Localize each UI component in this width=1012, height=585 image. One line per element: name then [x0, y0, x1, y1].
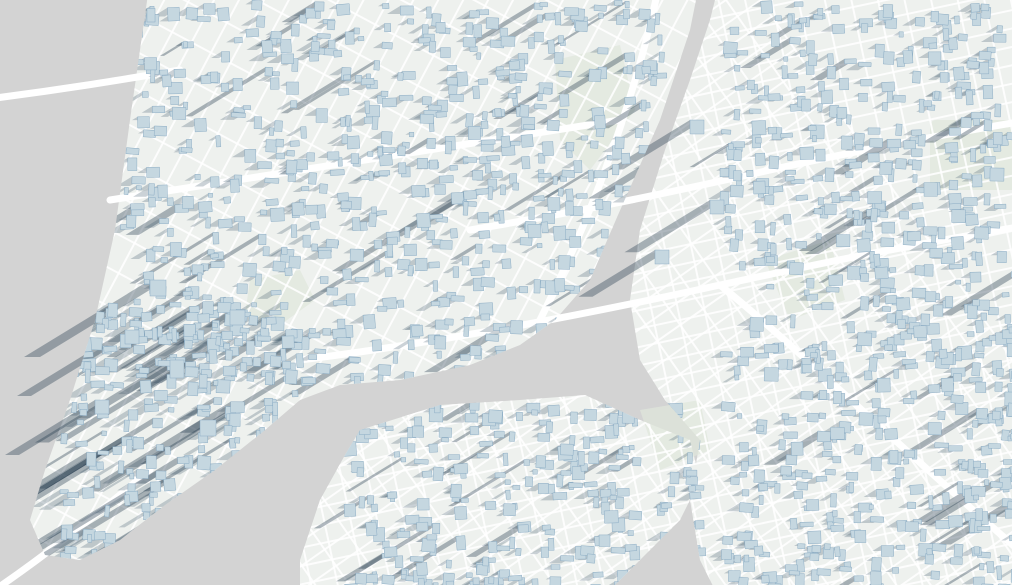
map-canvas[interactable] [0, 0, 1012, 585]
map-svg[interactable] [0, 0, 1012, 585]
